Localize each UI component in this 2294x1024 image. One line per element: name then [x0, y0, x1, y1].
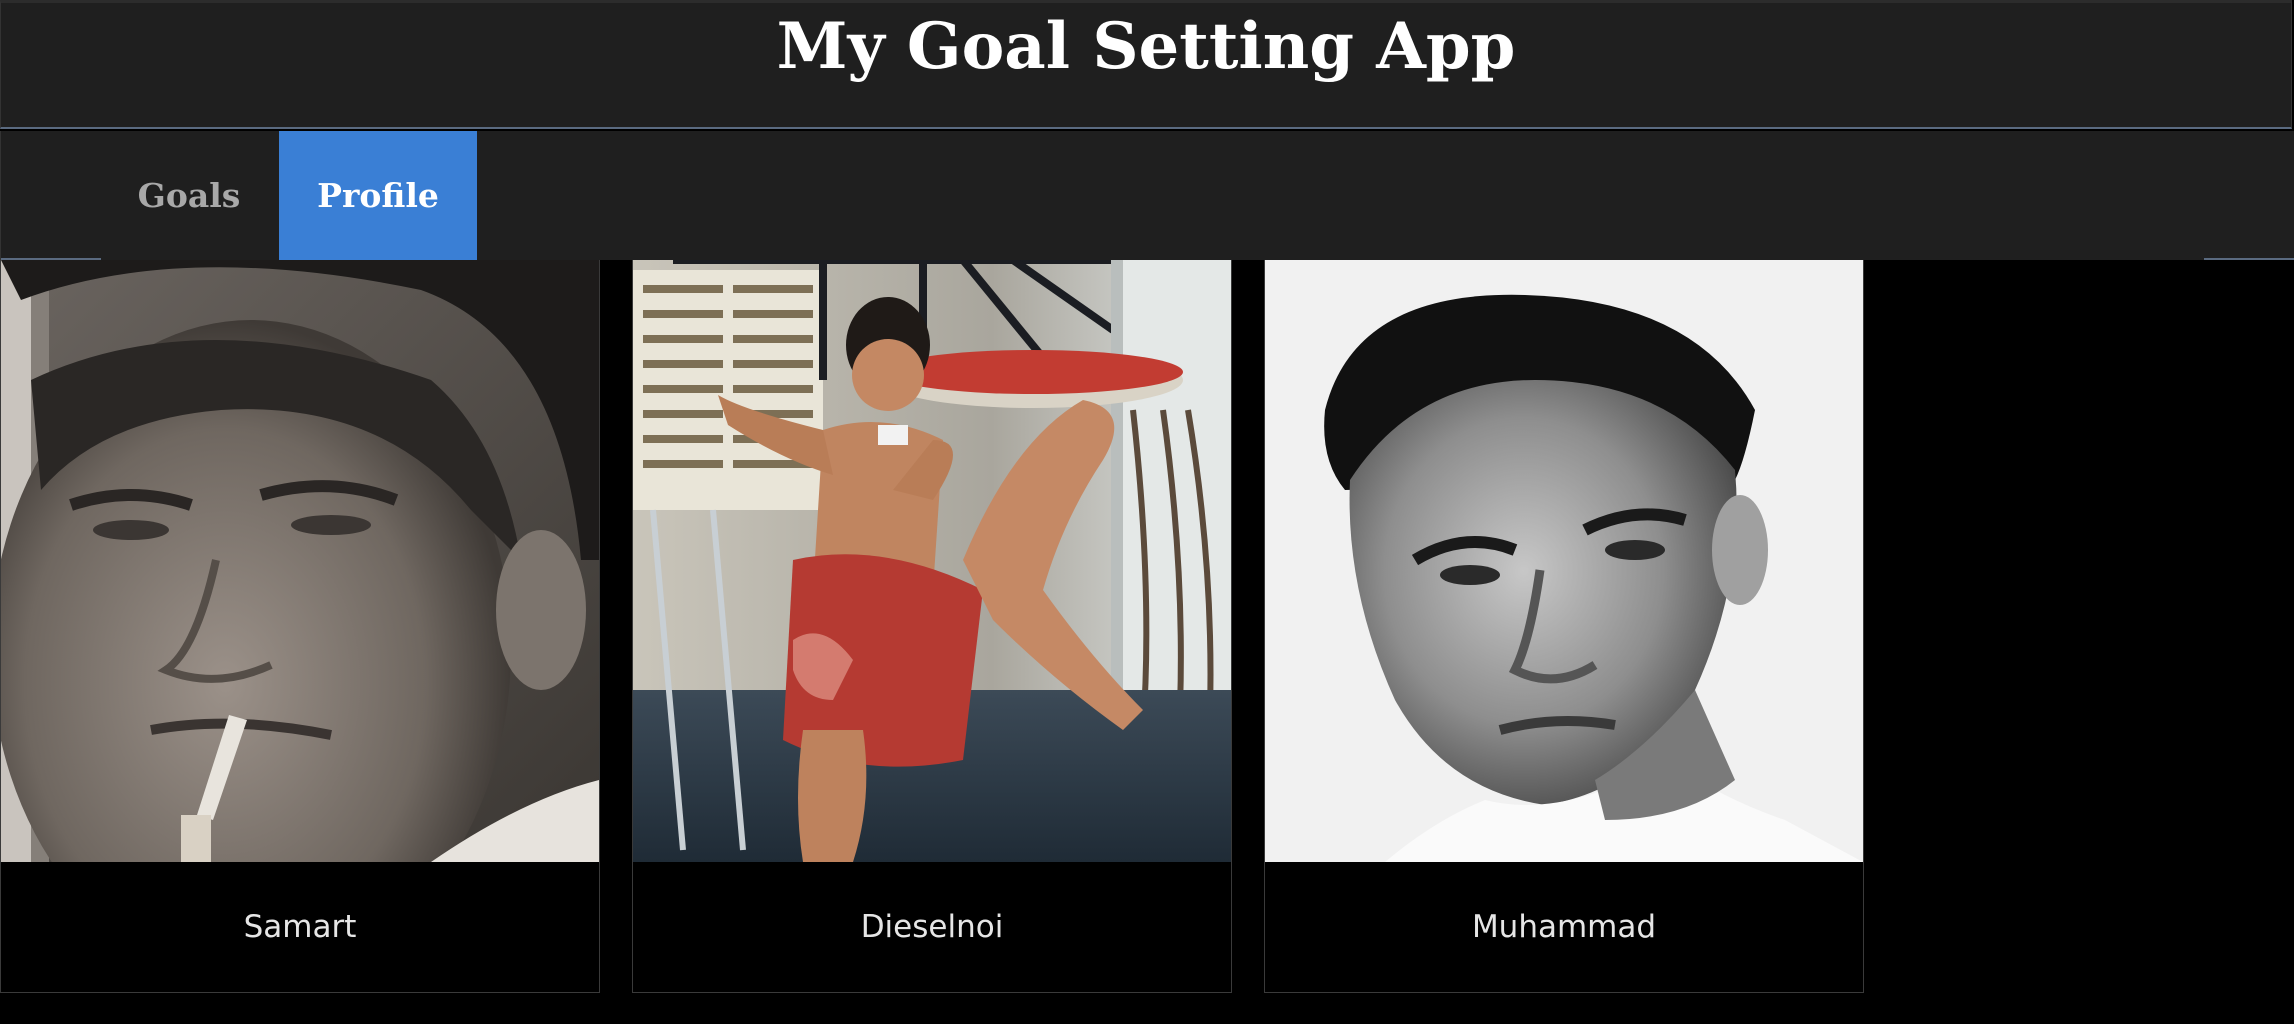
profile-card-grid: Samart Dieselnoi Muhammad	[0, 260, 2294, 995]
profile-card-muhammad[interactable]: Muhammad	[1264, 260, 1864, 993]
nav-bar: Goals Profile	[0, 131, 2294, 260]
profile-photo-muhammad	[1265, 260, 1863, 862]
profile-photo-samart	[1, 260, 599, 862]
tab-profile[interactable]: Profile	[279, 131, 477, 260]
profile-name-samart: Samart	[243, 909, 357, 945]
app-root: My Goal Setting App Goals Profile Samart…	[0, 0, 2294, 1024]
profile-name-dieselnoi: Dieselnoi	[860, 909, 1004, 945]
app-header: My Goal Setting App	[0, 0, 2292, 129]
profile-photo-dieselnoi	[633, 260, 1231, 862]
app-title: My Goal Setting App	[776, 9, 1516, 85]
profile-name-muhammad: Muhammad	[1471, 909, 1657, 945]
tab-goals[interactable]: Goals	[101, 131, 277, 260]
profile-card-dieselnoi[interactable]: Dieselnoi	[632, 260, 1232, 993]
profile-card-samart[interactable]: Samart	[0, 260, 600, 993]
